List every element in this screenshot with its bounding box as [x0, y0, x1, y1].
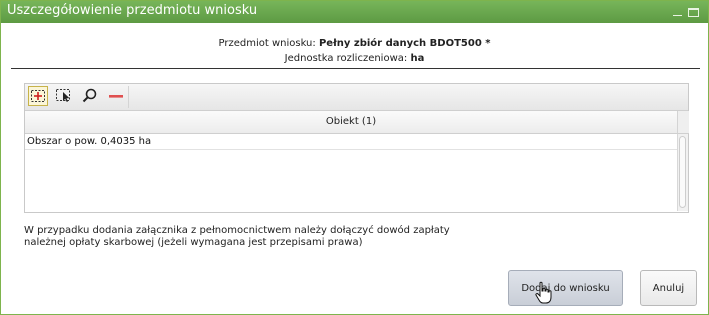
- scrollbar-thumb[interactable]: [679, 136, 686, 208]
- remove-icon[interactable]: [106, 86, 126, 106]
- note-line-1: W przypadku dodania załącznika z pełnomo…: [24, 225, 450, 236]
- objects-grid: Obiekt (1) Obszar o pow. 0,4035 ha: [24, 83, 689, 213]
- unit-value: ha: [410, 53, 425, 64]
- toolbar-separator: [128, 86, 129, 108]
- details-dialog: Uszczegółowienie przedmiotu wniosku Prze…: [0, 0, 709, 315]
- table-row[interactable]: Obszar o pow. 0,4035 ha: [25, 134, 677, 150]
- note-line-2: należnej opłaty skarbowej (jeżeli wymaga…: [24, 237, 363, 248]
- separator-line: [11, 68, 700, 69]
- subject-label: Przedmiot wniosku:: [218, 38, 316, 49]
- dialog-title: Uszczegółowienie przedmiotu wniosku: [7, 3, 258, 18]
- subject-line: Przedmiot wniosku: Pełny zbiór danych BD…: [1, 38, 708, 49]
- grid-toolbar: [25, 84, 688, 111]
- subject-value: Pełny zbiór danych BDOT500 *: [318, 38, 491, 49]
- unit-label: Jednostka rozliczeniowa:: [284, 53, 408, 64]
- hand-cursor-icon: [534, 281, 554, 305]
- zoom-icon[interactable]: [80, 86, 100, 106]
- dialog-titlebar[interactable]: Uszczegółowienie przedmiotu wniosku: [1, 1, 708, 23]
- add-rectangle-icon[interactable]: [28, 86, 48, 106]
- header-scroll-cap: [677, 111, 689, 134]
- unit-line: Jednostka rozliczeniowa: ha: [1, 53, 708, 64]
- minimize-icon[interactable]: [673, 10, 682, 16]
- select-rectangle-icon[interactable]: [54, 86, 74, 106]
- column-header-object[interactable]: Obiekt (1): [25, 111, 677, 134]
- cancel-button[interactable]: Anuluj: [640, 270, 697, 306]
- add-to-request-button[interactable]: Dodaj do wniosku: [508, 270, 623, 306]
- vertical-scrollbar[interactable]: [677, 134, 688, 211]
- payment-note: W przypadku dodania załącznika z pełnomo…: [24, 225, 524, 249]
- maximize-icon[interactable]: [688, 8, 699, 17]
